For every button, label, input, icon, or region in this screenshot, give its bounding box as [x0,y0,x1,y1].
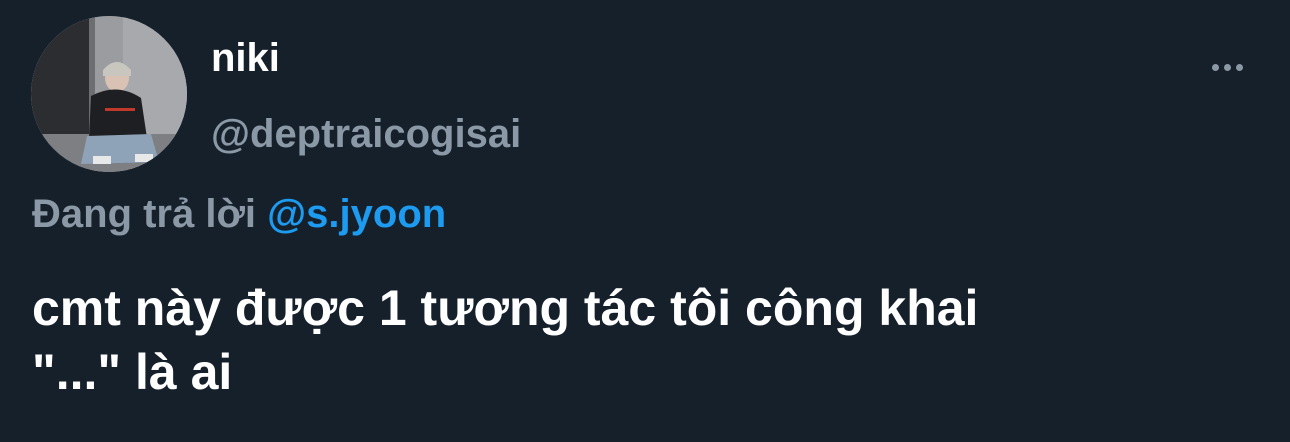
reply-mention-link[interactable]: @s.jyoon [267,192,446,236]
replying-to: Đang trả lời @s.jyoon [32,190,446,238]
avatar[interactable] [31,16,187,172]
more-horizontal-icon-dot [1235,63,1243,71]
author-display-name[interactable]: niki [211,34,280,82]
author-handle[interactable]: @deptraicogisai [211,110,521,158]
more-horizontal-icon [1211,63,1219,71]
more-horizontal-icon-dot [1223,63,1231,71]
tweet-text-line: cmt này được 1 tương tác tôi công khai [32,280,979,336]
replying-to-label: Đang trả lời [32,192,257,236]
avatar-photo [31,16,187,172]
tweet-text: cmt này được 1 tương tác tôi công khai "… [32,276,1272,404]
more-options-button[interactable] [1204,52,1250,82]
tweet-text-line: "..." là ai [32,344,233,400]
tweet: niki @deptraicogisai Đang trả lời @s.jyo… [0,0,1290,442]
